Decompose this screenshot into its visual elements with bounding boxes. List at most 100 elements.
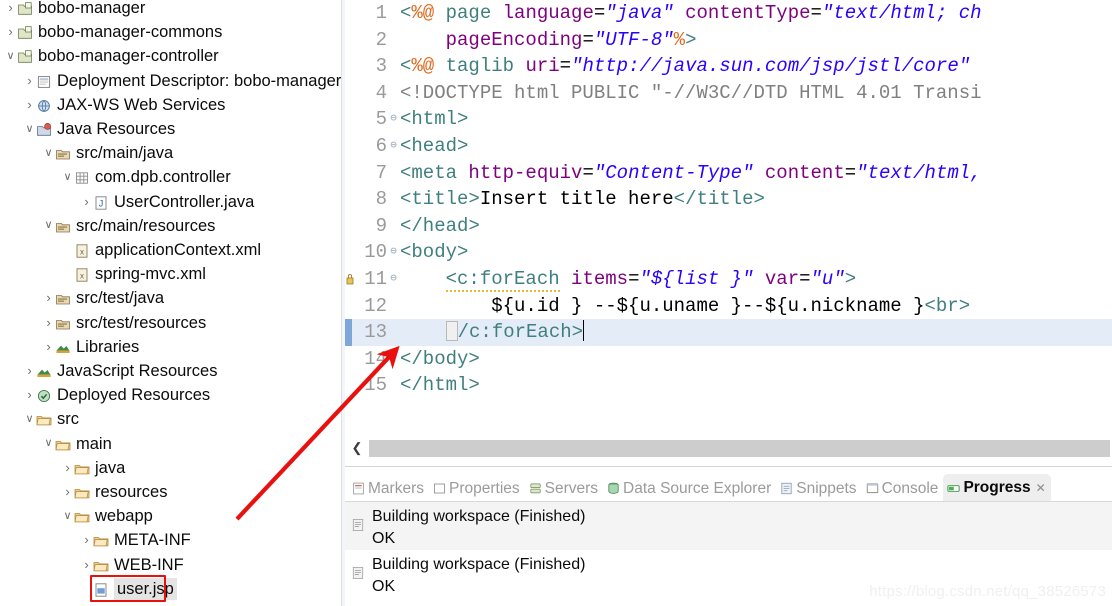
view-tab-properties[interactable]: Properties xyxy=(429,475,525,502)
code-line-14[interactable]: 14 </body> xyxy=(345,346,1112,373)
scroll-track[interactable] xyxy=(369,439,1110,457)
tree-item-spring-mvc-xml[interactable]: x spring-mvc.xml xyxy=(0,262,341,286)
fold-collapse-icon[interactable] xyxy=(387,266,400,293)
tree-item-src-test-java[interactable]: src/test/java xyxy=(0,286,341,310)
chevron-right-icon[interactable] xyxy=(23,388,36,402)
code-line-12[interactable]: 12 ${u.id } --${u.uname }--${u.nickname … xyxy=(345,293,1112,320)
tree-item-src-test-resources[interactable]: src/test/resources xyxy=(0,311,341,335)
code-line-10[interactable]: 10 <body> xyxy=(345,239,1112,266)
line-number: 9 xyxy=(375,214,387,237)
tree-item-bobo-manager[interactable]: bobo-manager xyxy=(0,0,341,20)
tree-item-jax-ws-web-services[interactable]: JAX-WS Web Services xyxy=(0,93,341,117)
view-tab-data-source-explorer[interactable]: Data Source Explorer xyxy=(603,475,776,502)
code-line-4[interactable]: 4 <!DOCTYPE html PUBLIC "-//W3C//DTD HTML… xyxy=(345,80,1112,107)
chevron-right-icon[interactable] xyxy=(61,485,74,499)
chevron-right-icon[interactable] xyxy=(42,316,55,330)
tree-item-src-main-java[interactable]: src/main/java xyxy=(0,141,341,165)
code-line-1[interactable]: 1 <%@ page language="java" contentType="t… xyxy=(345,0,1112,27)
code-line-15[interactable]: 15 </html> xyxy=(345,372,1112,399)
fold-collapse-icon[interactable] xyxy=(387,133,400,160)
tree-item-javascript-resources[interactable]: JavaScript Resources xyxy=(0,359,341,383)
tree-item-bobo-manager-commons[interactable]: bobo-manager-commons xyxy=(0,20,341,44)
progress-item[interactable]: Building workspace (Finished) OK xyxy=(345,550,1112,598)
chevron-right-icon[interactable] xyxy=(42,291,55,305)
view-tab-snippets[interactable]: Snippets xyxy=(776,475,861,502)
progress-view[interactable]: Building workspace (Finished) OK Building … xyxy=(345,502,1112,606)
matching-bracket-box xyxy=(445,321,458,342)
view-tab-markers[interactable]: Markers xyxy=(348,475,429,502)
tree-item-java-resources[interactable]: Java Resources xyxy=(0,117,341,141)
tree-item-test[interactable]: test xyxy=(0,601,341,606)
chevron-down-icon[interactable] xyxy=(23,414,36,425)
view-tab-console[interactable]: Console xyxy=(862,475,944,502)
token: /c:forEach> xyxy=(457,321,584,344)
close-icon[interactable]: ✕ xyxy=(1036,481,1046,495)
fold-collapse-icon[interactable] xyxy=(387,239,400,266)
tree-item-meta-inf[interactable]: META-INF xyxy=(0,528,341,552)
chevron-right-icon[interactable] xyxy=(80,195,93,209)
chevron-right-icon[interactable] xyxy=(23,74,36,88)
view-tab-servers[interactable]: Servers xyxy=(525,475,603,502)
code-line-6[interactable]: 6 <head> xyxy=(345,133,1112,160)
chevron-right-icon[interactable] xyxy=(23,364,36,378)
chevron-right-icon[interactable] xyxy=(4,1,17,15)
view-tab-bar[interactable]: Markers Properties Servers Data Source Expl… xyxy=(345,470,1112,502)
tree-item-java[interactable]: java xyxy=(0,456,341,480)
code-line-11[interactable]: 11 <c:forEach items="${list }" var="u"> xyxy=(345,266,1112,293)
code-line-13[interactable]: 13 /c:forEach> xyxy=(345,319,1112,346)
line-number: 7 xyxy=(375,161,387,184)
warning-marker-icon[interactable] xyxy=(345,266,354,293)
tree-item-src[interactable]: src xyxy=(0,407,341,431)
chevron-right-icon[interactable] xyxy=(80,533,93,547)
code-line-3[interactable]: 3 <%@ taglib uri="http://java.sun.com/jsp… xyxy=(345,53,1112,80)
tree-item-main[interactable]: main xyxy=(0,432,341,456)
chevron-right-icon[interactable] xyxy=(4,25,17,39)
tree-item-deployed-resources[interactable]: Deployed Resources xyxy=(0,383,341,407)
chevron-down-icon[interactable] xyxy=(61,172,74,183)
code-line-8[interactable]: 8 <title>Insert title here</title> xyxy=(345,186,1112,213)
progress-item[interactable]: Building workspace (Finished) OK xyxy=(345,502,1112,550)
code-lines[interactable]: 1 <%@ page language="java" contentType="t… xyxy=(345,0,1112,440)
web-services-icon xyxy=(36,97,54,113)
bottom-view-stack[interactable]: Markers Properties Servers Data Source Expl… xyxy=(345,470,1112,606)
tree-item-bobo-manager-controller[interactable]: bobo-manager-controller xyxy=(0,44,341,68)
fold-collapse-icon[interactable] xyxy=(387,106,400,133)
view-tab-progress[interactable]: Progress ✕ xyxy=(943,474,1051,502)
tree-item-label: bobo-manager-commons xyxy=(38,23,223,42)
tree-item-webapp[interactable]: webapp xyxy=(0,504,341,528)
editor-horizontal-scrollbar[interactable]: ❮ xyxy=(345,437,1112,459)
token: "text/html; ch xyxy=(821,2,982,24)
tree-item-src-main-resources[interactable]: src/main/resources xyxy=(0,214,341,238)
chevron-down-icon[interactable] xyxy=(42,438,55,449)
tree-item-libraries[interactable]: Libraries xyxy=(0,335,341,359)
tree-item-com-dpb-controller[interactable]: com.dpb.controller xyxy=(0,165,341,189)
code-line-5[interactable]: 5 <html> xyxy=(345,106,1112,133)
code-line-7[interactable]: 7 <meta http-equiv="Content-Type" content… xyxy=(345,160,1112,187)
code-text: <html> xyxy=(400,108,468,130)
tree-item-applicationcontext-xml[interactable]: x applicationContext.xml xyxy=(0,238,341,262)
tree-item-resources[interactable]: resources xyxy=(0,480,341,504)
markers-icon xyxy=(351,481,368,496)
tree-item-deployment-descriptor-bobo-manager[interactable]: Deployment Descriptor: bobo-manager- xyxy=(0,69,341,93)
folder-icon xyxy=(93,532,111,548)
code-line-2[interactable]: 2 pageEncoding="UTF-8"%> xyxy=(345,27,1112,54)
token: "UTF-8" xyxy=(593,28,674,51)
chevron-right-icon[interactable] xyxy=(42,340,55,354)
scroll-left-button[interactable]: ❮ xyxy=(345,437,369,459)
chevron-down-icon[interactable] xyxy=(42,220,55,231)
chevron-down-icon[interactable] xyxy=(61,511,74,522)
code-line-9[interactable]: 9 </head> xyxy=(345,213,1112,240)
tree-item-web-inf[interactable]: WEB-INF xyxy=(0,553,341,577)
chevron-down-icon[interactable] xyxy=(42,148,55,159)
chevron-right-icon[interactable] xyxy=(23,98,36,112)
token: = xyxy=(582,28,594,51)
chevron-down-icon[interactable] xyxy=(23,124,36,135)
tree-item-user-jsp[interactable]: user.jsp xyxy=(0,577,341,601)
code-editor[interactable]: 1 <%@ page language="java" contentType="t… xyxy=(345,0,1112,467)
chevron-right-icon[interactable] xyxy=(61,461,74,475)
project-explorer[interactable]: bobo-manager bobo-manager-commons bobo-man… xyxy=(0,0,341,606)
tree-item-usercontroller-java[interactable]: J UserController.java xyxy=(0,190,341,214)
console-icon xyxy=(865,481,882,496)
chevron-down-icon[interactable] xyxy=(4,51,17,62)
chevron-right-icon[interactable] xyxy=(80,558,93,572)
